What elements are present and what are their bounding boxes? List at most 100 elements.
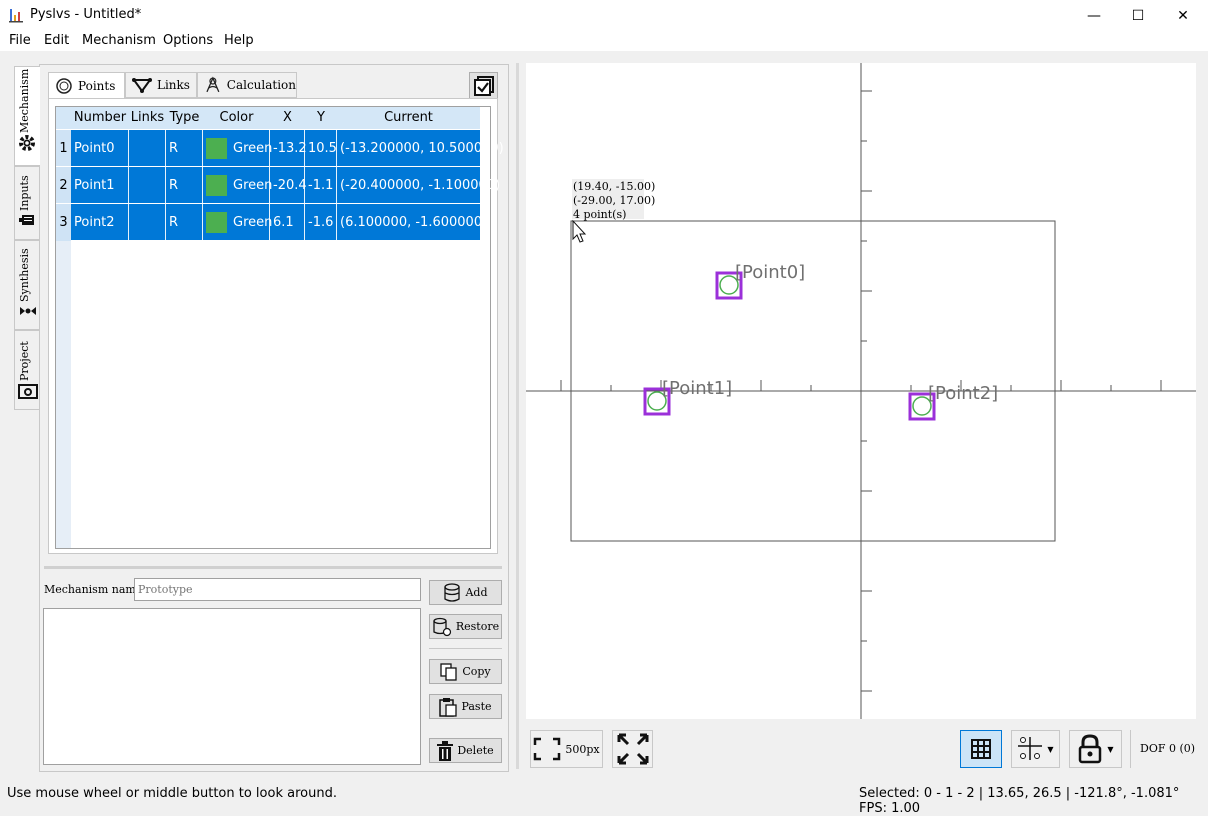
- column-divider: [128, 129, 129, 240]
- cell-y[interactable]: -1.1: [308, 167, 333, 204]
- cell-current[interactable]: (-20.400000, -1.100000): [340, 167, 500, 204]
- column-divider: [202, 129, 203, 240]
- side-tab-project[interactable]: Project: [14, 330, 40, 410]
- menu-file[interactable]: File: [9, 33, 31, 48]
- side-tab-mechanism[interactable]: Mechanism: [14, 66, 40, 166]
- database-restore-icon: [433, 617, 451, 636]
- header-x[interactable]: X: [270, 110, 305, 125]
- column-divider: [165, 129, 166, 240]
- header-y[interactable]: Y: [305, 110, 337, 125]
- cell-x[interactable]: -13.2: [273, 130, 307, 167]
- add-button[interactable]: Add: [429, 580, 502, 605]
- panel-splitter[interactable]: [44, 566, 502, 569]
- cell-x[interactable]: 6.1: [273, 204, 294, 241]
- cell-color-label: Green: [233, 215, 273, 230]
- copy-label: Copy: [462, 665, 491, 678]
- cell-type[interactable]: R: [169, 167, 178, 204]
- cell-color[interactable]: Green: [206, 130, 272, 167]
- cell-x[interactable]: -20.4: [273, 167, 307, 204]
- side-tab-project-label: Project: [18, 341, 31, 381]
- restore-button[interactable]: Restore: [429, 614, 502, 639]
- row-number[interactable]: 2: [56, 167, 71, 204]
- column-divider: [336, 129, 337, 240]
- mechanism-storage-list[interactable]: [43, 608, 421, 765]
- paste-label: Paste: [461, 700, 492, 713]
- maximize-button[interactable]: ☐: [1115, 0, 1161, 31]
- menu-edit[interactable]: Edit: [44, 33, 69, 48]
- row-number[interactable]: 3: [56, 204, 71, 241]
- selection-info: (19.40, -15.00) (-29.00, 17.00) 4 point(…: [573, 180, 655, 222]
- side-tab-synthesis[interactable]: Synthesis: [14, 240, 40, 330]
- menu-options[interactable]: Options: [163, 33, 213, 48]
- gear-icon: [19, 135, 35, 151]
- side-tab-synthesis-label: Synthesis: [18, 248, 31, 302]
- links-icon: [132, 78, 152, 93]
- cell-type[interactable]: R: [169, 130, 178, 167]
- minimize-button[interactable]: —: [1071, 0, 1117, 31]
- lock-button[interactable]: ▼: [1069, 730, 1122, 768]
- mechanism-canvas[interactable]: (19.40, -15.00) (-29.00, 17.00) 4 point(…: [526, 63, 1196, 719]
- mouse-cursor-icon: [572, 219, 587, 243]
- cell-color-label: Green: [233, 178, 273, 193]
- menu-help[interactable]: Help: [224, 33, 254, 48]
- tab-points[interactable]: Points: [48, 72, 125, 99]
- chevron-down-icon: ▼: [1107, 744, 1114, 754]
- title-bar: [0, 0, 1208, 31]
- fullscreen-button[interactable]: [612, 730, 653, 768]
- tab-calculation-label: Calculation: [226, 78, 296, 92]
- grid-toggle-button[interactable]: [960, 730, 1002, 768]
- column-divider: [304, 129, 305, 240]
- mechanism-name-input[interactable]: [134, 578, 421, 601]
- trash-icon: [437, 740, 454, 761]
- copy-icon: [440, 662, 457, 681]
- cell-name[interactable]: Point1: [74, 167, 115, 204]
- zoom-to-fit-button[interactable]: 500px: [530, 730, 603, 768]
- dof-label: DOF: [1140, 742, 1166, 755]
- header-number[interactable]: Number: [71, 110, 129, 125]
- side-tab-inputs[interactable]: Inputs: [14, 166, 40, 240]
- dimension-icon: [1018, 737, 1043, 760]
- motor-icon: [19, 215, 34, 225]
- expand-arrows-icon: [617, 733, 648, 765]
- dof-value: 0 (0): [1169, 742, 1196, 755]
- selection-rectangle: [570, 220, 1056, 542]
- cell-type[interactable]: R: [169, 204, 178, 241]
- dimension-mode-button[interactable]: ▼: [1011, 730, 1060, 768]
- paste-button[interactable]: Paste: [429, 694, 502, 719]
- select-all-button[interactable]: [469, 72, 498, 99]
- zoom-fit-icon: [534, 737, 561, 761]
- chevron-down-icon: ▼: [1047, 744, 1054, 754]
- cell-y[interactable]: 10.5: [308, 130, 337, 167]
- header-current[interactable]: Current: [337, 110, 480, 125]
- column-divider: [269, 129, 270, 240]
- row-number[interactable]: 1: [56, 130, 71, 167]
- cell-color[interactable]: Green: [206, 167, 272, 204]
- cell-current[interactable]: (6.100000, -1.600000): [340, 204, 487, 241]
- status-selection: Selected: 0 - 1 - 2 | 13.65, 26.5 | -121…: [859, 786, 1180, 816]
- header-type[interactable]: Type: [166, 110, 203, 125]
- tab-calculation[interactable]: Calculation: [197, 72, 297, 98]
- cell-y[interactable]: -1.6: [308, 204, 333, 241]
- close-button[interactable]: ✕: [1160, 0, 1206, 31]
- delete-button[interactable]: Delete: [429, 738, 502, 763]
- cell-color[interactable]: Green: [206, 204, 272, 241]
- status-hint: Use mouse wheel or middle button to look…: [7, 786, 337, 801]
- cell-name[interactable]: Point0: [74, 130, 115, 167]
- add-label: Add: [465, 586, 488, 599]
- cell-name[interactable]: Point2: [74, 204, 115, 241]
- calculation-icon: [206, 76, 220, 93]
- header-links[interactable]: Links: [129, 110, 166, 125]
- header-color[interactable]: Color: [203, 110, 270, 125]
- selection-count: 4 point(s): [573, 208, 627, 221]
- main-splitter[interactable]: [516, 63, 519, 769]
- point-2-label: [Point2]: [928, 383, 999, 404]
- menu-mechanism[interactable]: Mechanism: [82, 33, 156, 48]
- circle-points-icon: [56, 78, 72, 94]
- paste-icon: [439, 697, 458, 717]
- cell-current[interactable]: (-13.200000, 10.500000): [340, 130, 504, 167]
- tab-points-label: Points: [78, 79, 116, 93]
- tab-links[interactable]: Links: [125, 72, 197, 98]
- tab-links-label: Links: [157, 78, 190, 92]
- grid-icon: [971, 739, 991, 759]
- copy-button[interactable]: Copy: [429, 659, 502, 684]
